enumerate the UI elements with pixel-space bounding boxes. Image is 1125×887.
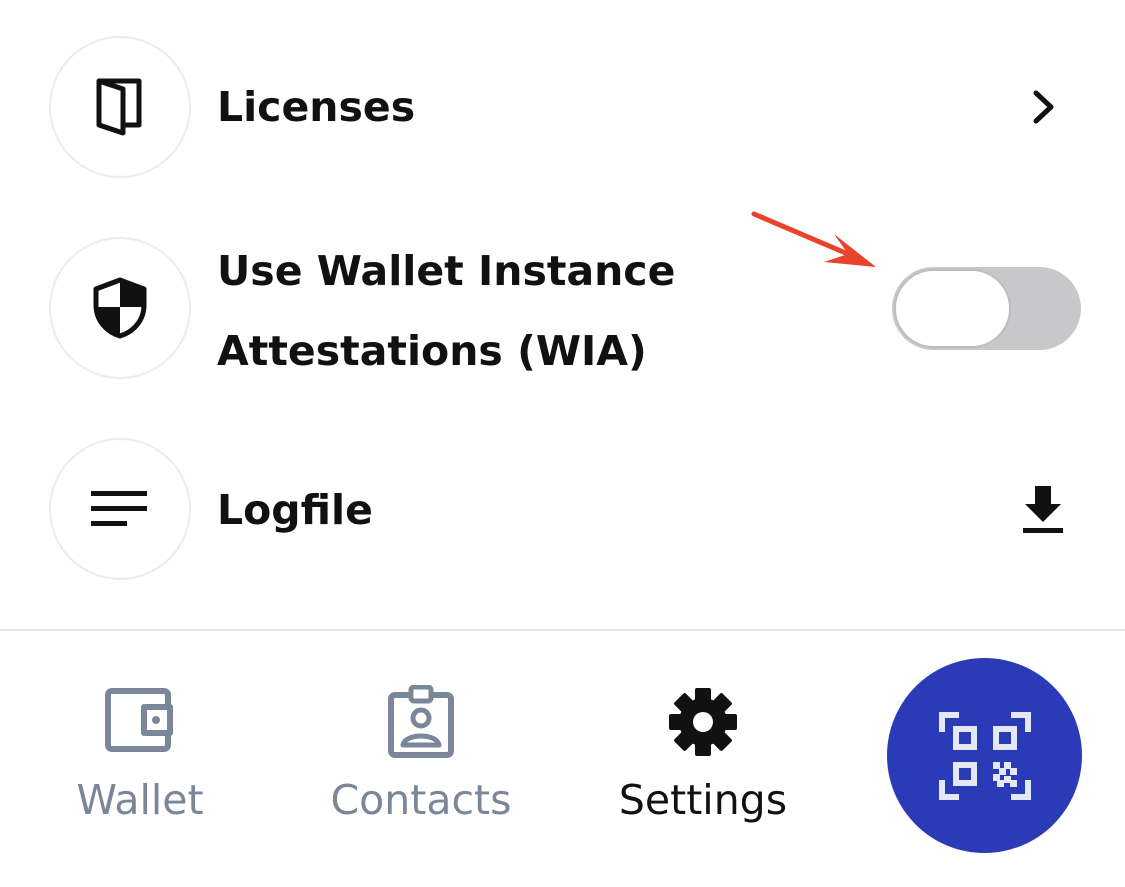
wia-icon-circle: [49, 237, 191, 379]
tab-contacts[interactable]: Contacts: [301, 631, 541, 887]
wallet-icon: [105, 688, 173, 752]
tab-label: Settings: [618, 776, 788, 824]
gear-icon: [669, 688, 737, 756]
download-icon[interactable]: [1020, 483, 1066, 535]
toggle-knob: [894, 269, 1011, 348]
settings-item-label: Logfile: [217, 486, 373, 534]
chevron-right-icon: [1028, 87, 1060, 127]
settings-screen: Licenses Use Wallet Instance Attestation…: [0, 0, 1125, 887]
logfile-icon-circle: [49, 438, 191, 580]
settings-item-label: Licenses: [217, 83, 416, 131]
tab-wallet[interactable]: Wallet: [20, 631, 260, 887]
wia-toggle[interactable]: [892, 267, 1081, 350]
book-icon: [96, 78, 142, 136]
settings-item-licenses[interactable]: Licenses: [0, 36, 1125, 178]
lines-icon: [91, 491, 147, 526]
scan-qr-button[interactable]: [887, 658, 1082, 853]
qr-code-icon: [938, 711, 1031, 800]
annotation-arrow-icon: [751, 211, 876, 267]
tab-label: Wallet: [76, 776, 204, 824]
settings-item-label: Use Wallet Instance Attestations (WIA): [217, 247, 676, 375]
settings-item-logfile[interactable]: Logfile: [0, 438, 1125, 580]
shield-icon: [93, 277, 147, 339]
licenses-icon-circle: [49, 36, 191, 178]
contact-badge-icon: [388, 685, 454, 758]
tab-label: Contacts: [330, 776, 512, 824]
tab-settings[interactable]: Settings: [583, 631, 823, 887]
